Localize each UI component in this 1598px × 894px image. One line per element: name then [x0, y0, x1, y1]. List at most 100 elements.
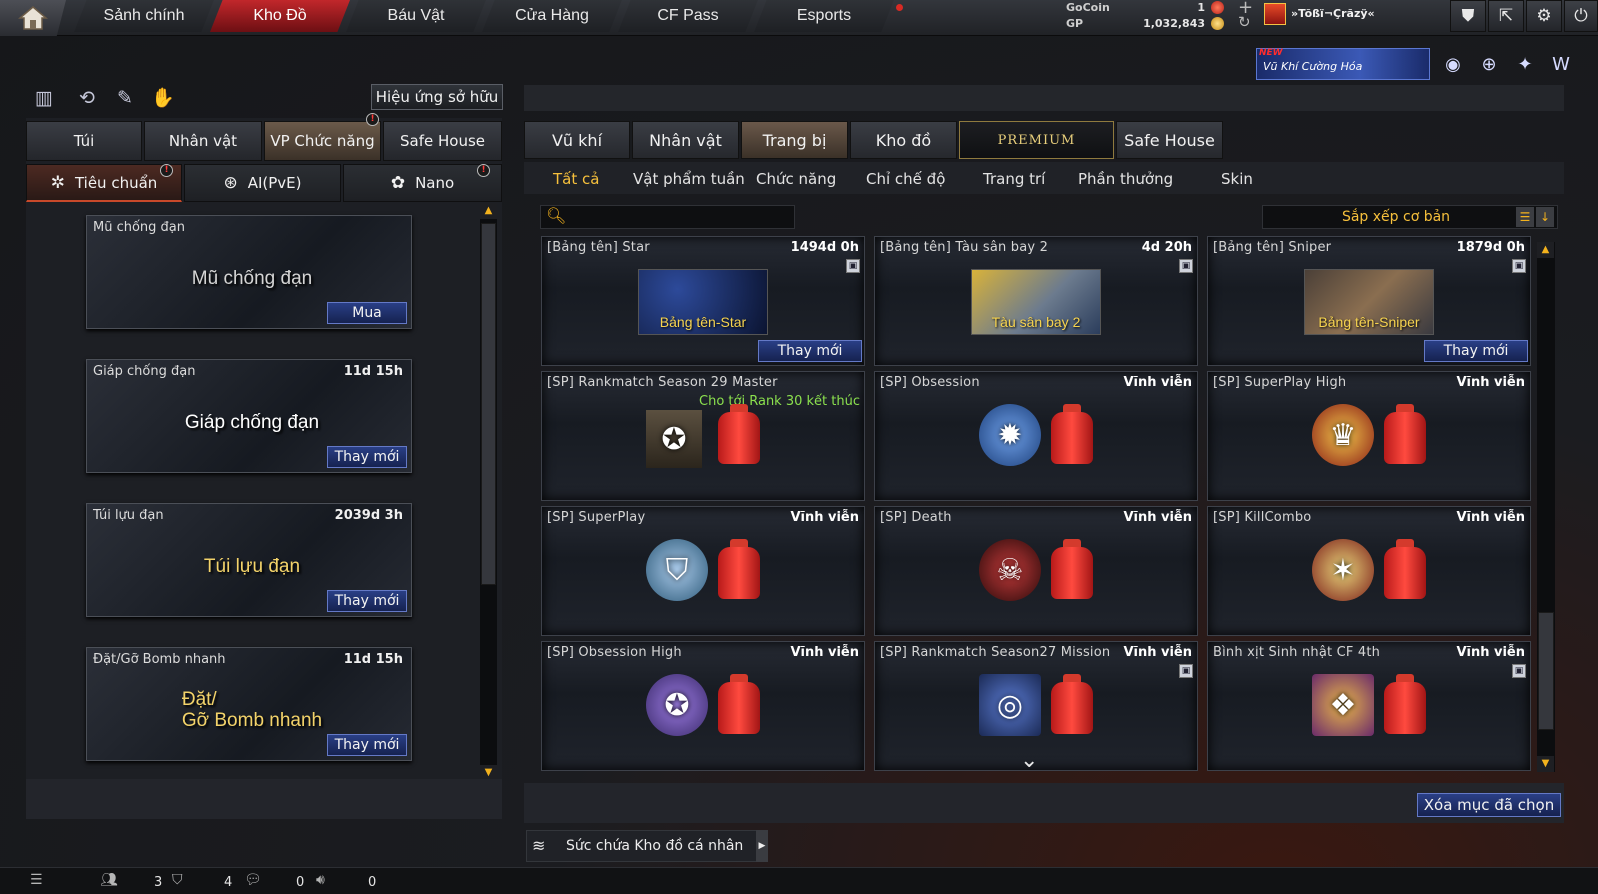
capacity-bar[interactable]: Sức chứa Kho đồ cá nhân: [526, 830, 766, 862]
chat-icon[interactable]: 💬︎: [244, 872, 262, 888]
subtab-skin[interactable]: Skin: [1221, 170, 1253, 188]
refresh-icon[interactable]: ↻: [1238, 13, 1251, 31]
scroll-up-icon[interactable]: ▲: [480, 203, 497, 219]
right-tab-premium[interactable]: PREMIUM: [959, 121, 1114, 159]
left-tab-safe-house[interactable]: Safe House: [383, 121, 502, 161]
players-icon[interactable]: 👥︎: [100, 872, 118, 888]
list-view-icon[interactable]: ☰: [1516, 207, 1534, 227]
glove-icon[interactable]: ✋: [149, 84, 177, 112]
renew-button[interactable]: Thay mới: [327, 734, 407, 756]
ranking-icon[interactable]: ▥: [30, 84, 58, 112]
character-edit-icon[interactable]: ✎: [111, 84, 139, 112]
gear-icon[interactable]: ⚙: [1526, 0, 1562, 32]
subtab-rewards[interactable]: Phần thưởng: [1078, 170, 1173, 188]
menu-icon[interactable]: ☰: [30, 872, 43, 888]
right-tab-safe-house[interactable]: Safe House: [1116, 121, 1223, 159]
nav-tab-inventory[interactable]: Kho Đồ: [210, 0, 350, 32]
renew-button[interactable]: Thay mới: [758, 340, 862, 362]
left-item-card[interactable]: Túi lựu đạn 2039d 3h Túi lựu đạn Thay mớ…: [86, 503, 412, 617]
right-tab-storage[interactable]: Kho đồ: [850, 121, 957, 159]
subtab-all[interactable]: Tất cả: [553, 170, 599, 188]
body-armor-image: Giáp chống đạn: [177, 386, 327, 460]
globe-icon[interactable]: ⊕: [1476, 52, 1502, 78]
item-card[interactable]: [Bảng tên] Star 1494d 0h ▣ Bảng tên-Star…: [541, 236, 865, 366]
lock-icon[interactable]: ▣: [1179, 259, 1193, 273]
obsession-emblem-icon: ✹: [979, 404, 1041, 466]
shield-icon[interactable]: ⛊: [1450, 0, 1486, 32]
nav-tab-cf-pass[interactable]: CF Pass: [618, 0, 758, 32]
grenade-pouch-image: Túi lựu đạn: [177, 530, 327, 604]
speaker-icon[interactable]: 🔊︎: [316, 872, 325, 888]
item-card[interactable]: [Bảng tên] Sniper 1879d 0h ▣ Bảng tên-Sn…: [1207, 236, 1531, 366]
owned-effects-button[interactable]: Hiệu ứng sở hữu: [371, 84, 503, 110]
left-item-card[interactable]: Mũ chống đạn Mũ chống đạn Mua: [86, 215, 412, 329]
item-card[interactable]: [SP] SuperPlay Vĩnh viễn ⛉: [541, 506, 865, 636]
sort-order-icon[interactable]: ↓: [1536, 207, 1554, 227]
subtab-function[interactable]: Chức năng: [756, 170, 836, 188]
history-icon[interactable]: ⟲: [73, 84, 101, 112]
item-duration: Vĩnh viễn: [1456, 510, 1525, 525]
item-card[interactable]: Bình xịt Sinh nhật CF 4th Vĩnh viễn ▣ ❖: [1207, 641, 1531, 771]
item-title: [SP] SuperPlay High: [1213, 375, 1347, 390]
clan-icon[interactable]: ⛉: [172, 872, 183, 888]
left-scrollbar[interactable]: ▲ ▼: [480, 203, 497, 781]
lock-icon[interactable]: ▣: [1512, 259, 1526, 273]
renew-button[interactable]: Thay mới: [327, 446, 407, 468]
left-tab-bag[interactable]: Túi: [26, 121, 142, 161]
item-card[interactable]: [SP] Obsession High Vĩnh viễn ✪: [541, 641, 865, 771]
home-button[interactable]: [0, 0, 66, 36]
scroll-down-icon[interactable]: ▼: [1537, 756, 1554, 772]
nav-tab-lobby[interactable]: Sảnh chính: [74, 0, 214, 32]
left-subtab-standard[interactable]: ✲ Tiêu chuẩn: [26, 164, 182, 202]
left-tab-function-items[interactable]: VP Chức năng: [264, 121, 381, 161]
exit-room-icon[interactable]: ⇱: [1488, 0, 1524, 32]
delete-selected-button[interactable]: Xóa mục đã chọn: [1417, 793, 1561, 817]
right-tab-weapons[interactable]: Vũ khí: [524, 121, 630, 159]
item-card[interactable]: [SP] Obsession Vĩnh viễn ✹: [874, 371, 1198, 501]
event-new-badge: NEW: [1259, 48, 1283, 58]
season27-emblem-icon: ◎: [979, 674, 1041, 736]
gocoin-icon: [1211, 1, 1224, 14]
item-card[interactable]: [SP] KillCombo Vĩnh viễn ✶: [1207, 506, 1531, 636]
item-title: [SP] Obsession High: [547, 645, 682, 660]
right-tab-equipment[interactable]: Trang bị: [741, 121, 848, 159]
power-icon[interactable]: ⏻: [1564, 0, 1598, 32]
lock-icon[interactable]: ▣: [1512, 664, 1526, 678]
lock-icon[interactable]: ▣: [846, 259, 860, 273]
left-item-card[interactable]: Giáp chống đạn 11d 15h Giáp chống đạn Th…: [86, 359, 412, 473]
item-card[interactable]: [Bảng tên] Tàu sân bay 2 4d 20h ▣ Tàu sâ…: [874, 236, 1198, 366]
subtab-decoration[interactable]: Trang trí: [983, 170, 1045, 188]
rank-badge-icon: [1264, 3, 1286, 25]
search-input[interactable]: [540, 205, 795, 229]
nav-tab-shop[interactable]: Cửa Hàng: [482, 0, 622, 32]
item-card[interactable]: [SP] SuperPlay High Vĩnh viễn ♛: [1207, 371, 1531, 501]
left-subtab-nano-label: Nano: [415, 174, 455, 192]
item-card[interactable]: [SP] Rankmatch Season 29 Master Cho tới …: [541, 371, 865, 501]
buy-button[interactable]: Mua: [327, 302, 407, 324]
scroll-up-icon[interactable]: ▲: [1537, 242, 1554, 258]
weapon-brand-icon[interactable]: W: [1548, 52, 1574, 78]
expand-arrow-icon[interactable]: ▶: [756, 830, 768, 862]
vip-emblem-icon[interactable]: ◉: [1440, 52, 1466, 78]
renew-button[interactable]: Thay mới: [327, 590, 407, 612]
right-scrollbar[interactable]: ▲ ▼: [1537, 242, 1555, 772]
left-subtab-ai-pve[interactable]: ⊛ AI(PvE): [184, 164, 341, 202]
subtab-mode-only[interactable]: Chỉ chế độ: [866, 170, 945, 188]
left-tab-character[interactable]: Nhân vật: [144, 121, 262, 161]
scroll-thumb[interactable]: [481, 223, 496, 585]
nametag-star-image: Bảng tên-Star: [638, 269, 768, 335]
item-art-caption: Túi lựu đạn: [203, 556, 301, 577]
right-tab-characters[interactable]: Nhân vật: [632, 121, 739, 159]
left-item-card[interactable]: Đặt/Gỡ Bomb nhanh 11d 15h Đặt/ Gỡ Bomb n…: [86, 647, 412, 761]
item-title: [SP] KillCombo: [1213, 510, 1312, 525]
scroll-thumb[interactable]: [1538, 612, 1554, 730]
lock-icon[interactable]: ▣: [1179, 664, 1193, 678]
nav-tab-esports[interactable]: Esports: [754, 0, 894, 32]
item-card[interactable]: [SP] Death Vĩnh viễn ☠: [874, 506, 1198, 636]
chevron-down-icon[interactable]: ⌄: [1020, 748, 1038, 773]
subtab-weekly-items[interactable]: Vật phẩm tuần: [633, 170, 745, 188]
renew-button[interactable]: Thay mới: [1424, 340, 1528, 362]
nav-tab-treasure[interactable]: Báu Vật: [346, 0, 486, 32]
player-name: »Tõßï¬Çrãzÿ«: [1291, 7, 1375, 20]
mission-icon[interactable]: ✦: [1512, 52, 1538, 78]
